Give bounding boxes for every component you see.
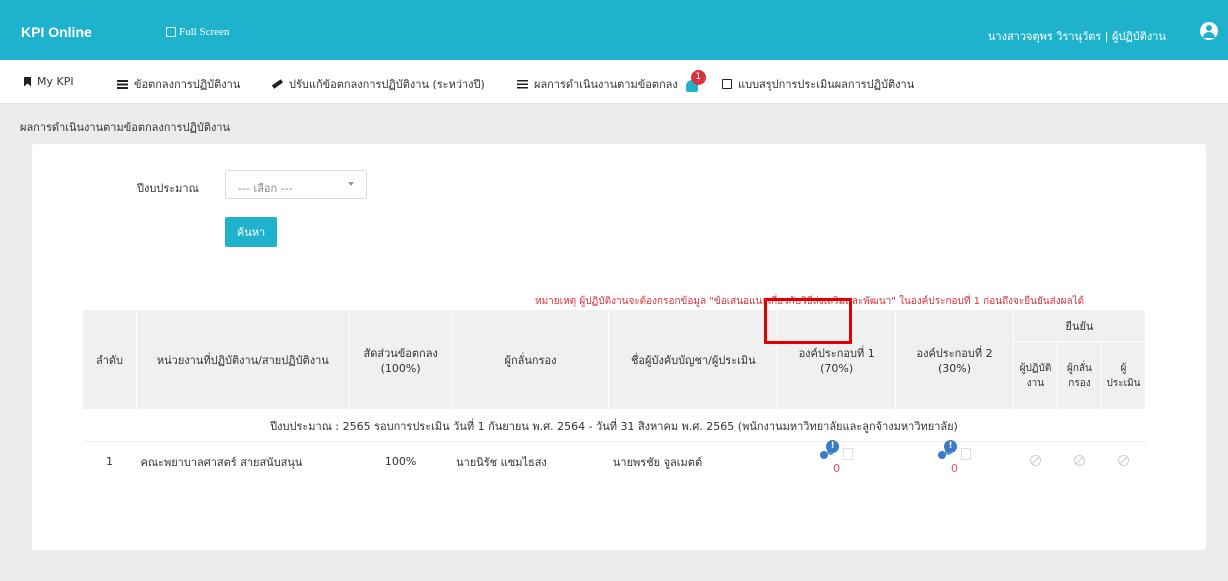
gear-icon[interactable]: ! [938,440,958,460]
component-2-score: 0 [951,462,959,476]
bell-icon: 1 [685,70,706,92]
caret-down-icon [348,182,354,186]
row-confirm-worker [1013,441,1058,482]
fiscal-year-label: ปีงบประมาณ [137,182,199,195]
warning-badge: ! [826,440,840,454]
ban-icon [1117,454,1129,466]
gear-icon[interactable]: ! [820,440,840,460]
fullscreen-button[interactable]: Full Screen [166,26,229,38]
list-icon [117,79,128,89]
fullscreen-label: Full Screen [179,26,230,38]
menu-item-label: ผลการดำเนินงานตามข้อตกลง [534,78,678,91]
menu-item-label: ปรับแก้ข้อตกลงการปฏิบัติงาน (ระหว่างปี) [289,78,485,91]
row-component-1: ! 0 [777,440,896,482]
content-card: ปีงบประมาณ --- เลือก --- ค้นหา หมายเหตุ … [32,144,1206,550]
row-no: 1 [82,441,137,482]
col-no: ลำดับ [82,309,137,410]
bookmark-icon [24,76,31,87]
col-screener: ผู้กลั่นกรอง [451,309,610,410]
menu-item-agreement[interactable]: ข้อตกลงการปฏิบัติงาน [117,75,240,93]
document-icon[interactable] [843,448,854,461]
user-name[interactable]: นางสาวจตุพร วิรานุวัตร | ผู้ปฏิบัติงาน [988,27,1166,45]
menu-item-results[interactable]: ผลการดำเนินงานตามข้อตกลง 1 [517,70,706,93]
warning-badge: ! [944,440,958,454]
menu-item-summary[interactable]: แบบสรุปการประเมินผลการปฏิบัติงาน [722,75,914,93]
table-row: 1 คณะพยาบาลศาสตร์ สายสนับสนุน 100% นายนิ… [82,440,1146,482]
notification-badge: 1 [690,70,706,85]
row-screener: นายนิรัช แซมไธสง [452,441,609,482]
document-icon[interactable] [961,448,972,461]
row-confirm-evaluator [1101,441,1146,482]
ban-icon [1073,454,1085,466]
component-1-score: 0 [833,462,841,476]
remark-text: หมายเหตุ ผู้ปฏิบัติงานจะต้องกรอกข้อมูล "… [535,296,1085,307]
expand-icon [166,27,176,37]
page-title: ผลการดำเนินงานตามข้อตกลงการปฏิบัติงาน [20,121,231,134]
col-confirm-screener: ผู้กลั่นกรอง [1056,341,1102,410]
group-row: ปีงบประมาณ : 2565 รอบการประเมิน วันที่ 1… [82,409,1146,442]
row-supervisor: นายพรชัย จูลเมตต์ [608,441,778,482]
col-confirm: ยืนยัน [1012,309,1147,342]
menu-item-revise-agreement[interactable]: ปรับแก้ข้อตกลงการปฏิบัติงาน (ระหว่างปี) [271,75,485,93]
col-unit: หน่วยงานที่ปฏิบัติงาน/สายปฏิบัติงาน [135,309,350,410]
check-square-icon [722,79,732,89]
row-unit: คณะพยาบาลศาสตร์ สายสนับสนุน [136,441,350,482]
row-component-2: ! 0 [895,440,1014,482]
menu-item-label: แบบสรุปการประเมินผลการปฏิบัติงาน [738,78,915,91]
menu-item-label: My KPI [37,75,74,88]
col-ratio: สัดส่วนข้อตกลง (100%) [348,309,453,410]
brand-logo[interactable]: KPI Online [21,24,92,40]
menu-item-my-kpi[interactable]: My KPI [24,75,74,88]
group-label: ปีงบประมาณ : 2565 รอบการประเมิน วันที่ 1… [82,409,1146,442]
pencil-icon [271,79,284,89]
top-navbar: KPI Online Full Screen นางสาวจตุพร วิราน… [0,0,1228,60]
col-component-1: องค์ประกอบที่ 1 (70%) [777,309,897,410]
ban-icon [1029,454,1041,466]
user-circle-icon[interactable] [1200,22,1218,40]
select-placeholder: --- เลือก --- [238,182,293,195]
col-supervisor: ชื่อผู้บังคับบัญชา/ผู้ประเมิน [608,309,779,410]
col-confirm-worker: ผู้ปฏิบัติงาน [1012,341,1058,410]
search-button[interactable]: ค้นหา [225,217,277,247]
kpi-results-table: ลำดับ หน่วยงานที่ปฏิบัติงาน/สายปฏิบัติงา… [82,309,1147,482]
col-component-2: องค์ประกอบที่ 2 (30%) [895,309,1014,410]
row-ratio: 100% [349,441,453,482]
fiscal-year-select[interactable]: --- เลือก --- [225,170,367,199]
main-menu: My KPI ข้อตกลงการปฏิบัติงาน ปรับแก้ข้อตก… [0,60,1228,104]
col-confirm-evaluator: ผู้ประเมิน [1100,341,1147,410]
row-confirm-screener [1057,441,1102,482]
list-ul-icon [517,79,528,89]
menu-item-label: ข้อตกลงการปฏิบัติงาน [134,78,241,91]
